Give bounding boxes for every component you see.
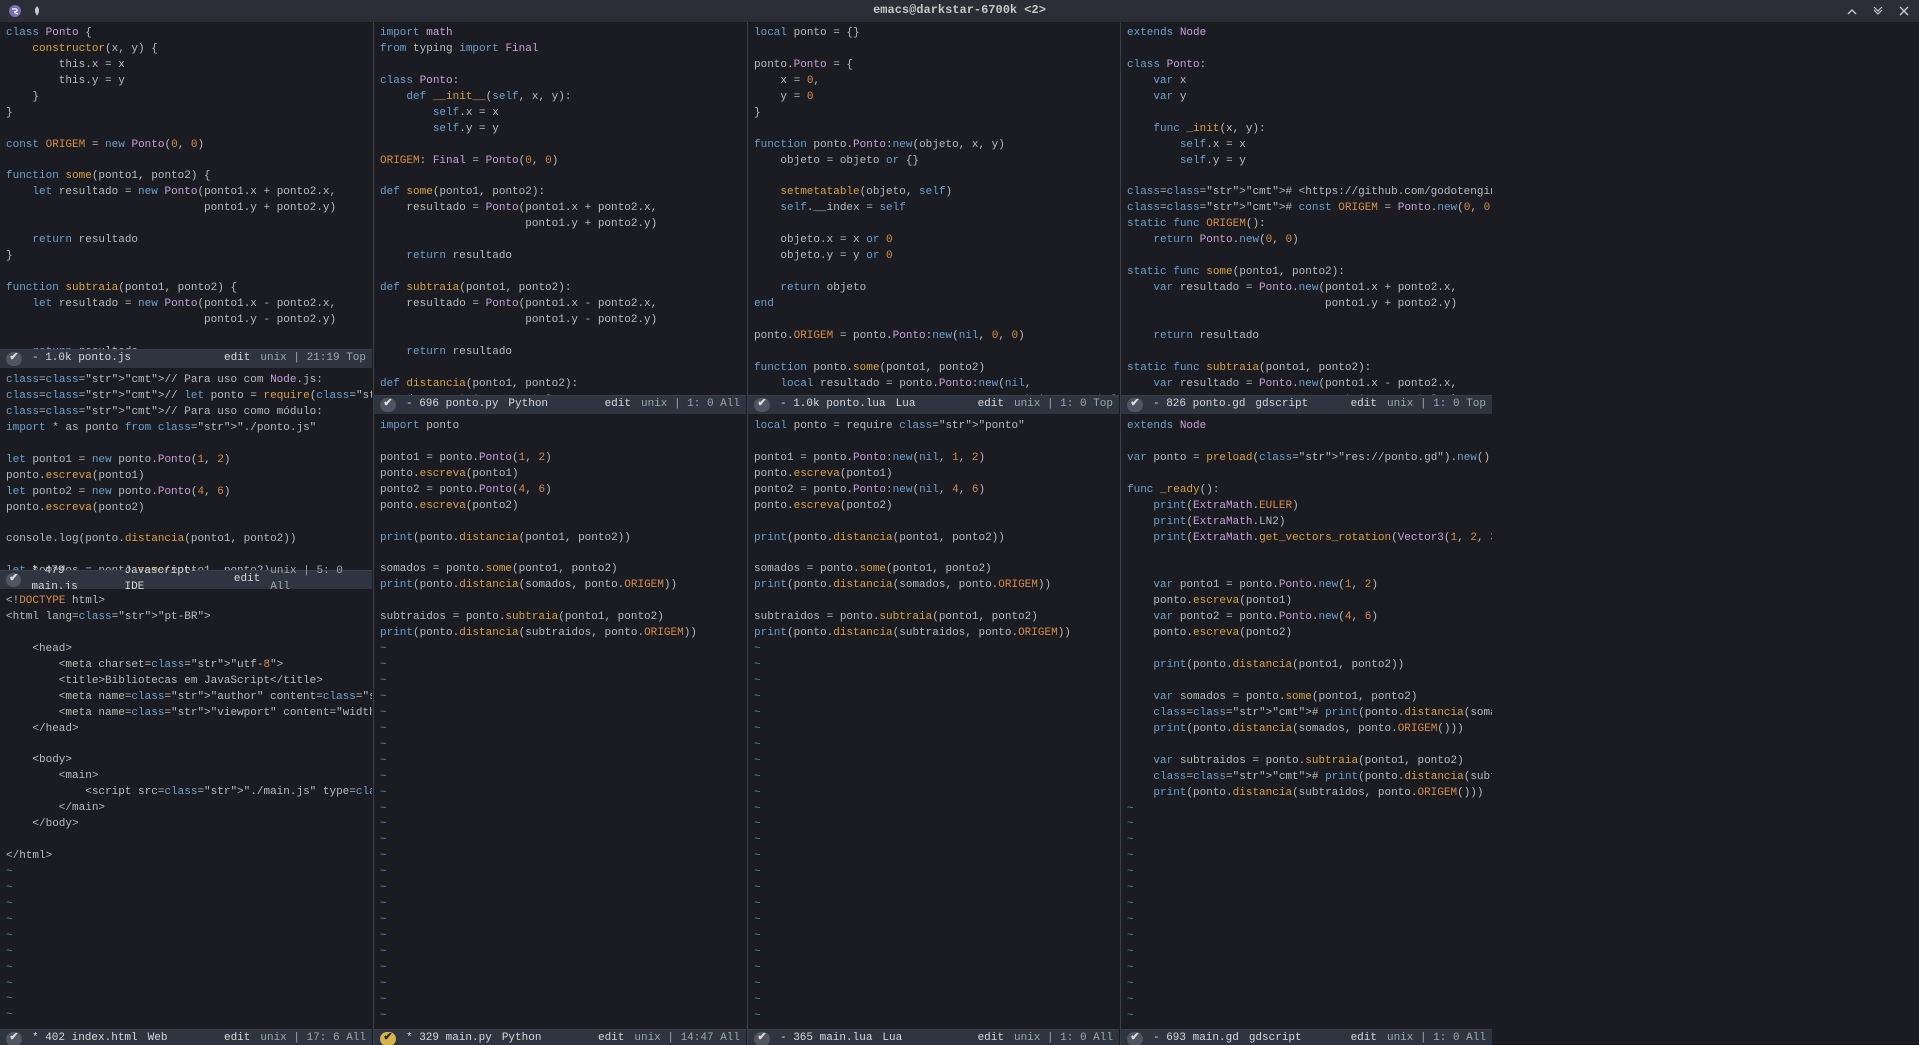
window-titlebar: emacs@darkstar-6700k <2> <box>0 0 1919 22</box>
modeline-edit: edit <box>605 397 631 413</box>
pane-ponto-lua[interactable]: local ponto = {} ponto.Ponto = { x = 0, … <box>748 22 1119 414</box>
modeline-file: - 693 main.gd <box>1153 1031 1239 1045</box>
editor-grid: class Ponto { constructor(x, y) { this.x… <box>0 22 1919 1044</box>
modeline-file: - 365 main.lua <box>780 1031 872 1045</box>
modeline-main-gd: ✔ - 693 main.gd gdscript edit unix | 1: … <box>1121 1029 1492 1045</box>
code-index-html[interactable]: <!DOCTYPE html> <html lang=class="str">"… <box>0 590 372 1029</box>
modeline-mode: gdscript <box>1249 1031 1302 1045</box>
modeline-file: * 402 index.html <box>32 1031 138 1045</box>
modeline-pos: unix | 17: 6 All <box>260 1031 366 1045</box>
modeline-pos: unix | 1: 0 Top <box>1014 397 1113 413</box>
vcs-indicator-icon: ✔ <box>380 1032 396 1045</box>
code-main-gd[interactable]: extends Node var ponto = preload(class="… <box>1121 415 1492 1029</box>
modeline-edit: edit <box>1351 1031 1377 1045</box>
modeline-mode: Python <box>508 397 548 413</box>
modeline-mode: Javascript-IDE <box>124 564 213 589</box>
modeline-pos: unix | 1: 0 All <box>641 397 740 413</box>
modeline-main-lua: ✔ - 365 main.lua Lua edit unix | 1: 0 Al… <box>748 1029 1119 1045</box>
modeline-mode: Python <box>502 1031 542 1045</box>
modeline-file: * 479 main.js <box>31 564 114 589</box>
modeline-file: - 1.0k ponto.js <box>32 351 131 367</box>
modeline-edit: edit <box>224 1031 250 1045</box>
modeline-mode: Web <box>148 1031 168 1045</box>
modeline-file: - 696 ponto.py <box>406 397 498 413</box>
modeline-file: * 329 main.py <box>406 1031 492 1045</box>
code-main-py[interactable]: import ponto ponto1 = ponto.Ponto(1, 2) … <box>374 415 746 1029</box>
vcs-indicator-icon: ✔ <box>6 352 22 366</box>
modeline-main-js: ✔ * 479 main.js Javascript-IDE edit unix… <box>0 570 372 589</box>
modeline-ponto-lua: ✔ - 1.0k ponto.lua Lua edit unix | 1: 0 … <box>748 395 1119 414</box>
modeline-edit: edit <box>978 1031 1004 1045</box>
modeline-file: - 1.0k ponto.lua <box>780 397 886 413</box>
pane-main-py[interactable]: import ponto ponto1 = ponto.Ponto(1, 2) … <box>374 415 746 1045</box>
vcs-indicator-icon: ✔ <box>6 573 21 587</box>
modeline-pos: unix | 1: 0 All <box>1014 1031 1113 1045</box>
modeline-edit: edit <box>1351 397 1377 413</box>
modeline-edit: edit <box>234 572 260 588</box>
code-ponto-js[interactable]: class Ponto { constructor(x, y) { this.x… <box>0 22 372 349</box>
pane-ponto-py[interactable]: import math from typing import Final cla… <box>374 22 746 414</box>
vcs-indicator-icon: ✔ <box>1127 1032 1143 1045</box>
pane-index-html[interactable]: <!DOCTYPE html> <html lang=class="str">"… <box>0 590 372 1045</box>
code-main-js[interactable]: class=class="str">"cmt">// Para uso com … <box>0 369 372 570</box>
modeline-pos: unix | 1: 0 Top <box>1387 397 1486 413</box>
modeline-pos: unix | 1: 0 All <box>1387 1031 1486 1045</box>
vcs-indicator-icon: ✔ <box>754 1032 770 1045</box>
window-title: emacs@darkstar-6700k <2> <box>873 2 1046 19</box>
pane-main-lua[interactable]: local ponto = require class="str">"ponto… <box>748 415 1119 1045</box>
vcs-indicator-icon: ✔ <box>6 1032 22 1045</box>
modeline-edit: edit <box>978 397 1004 413</box>
modeline-ponto-py: ✔ - 696 ponto.py Python edit unix | 1: 0… <box>374 395 746 414</box>
modeline-mode: gdscript <box>1255 397 1308 413</box>
code-ponto-py[interactable]: import math from typing import Final cla… <box>374 22 746 395</box>
pin-icon[interactable] <box>30 4 44 18</box>
pane-main-js[interactable]: class=class="str">"cmt">// Para uso com … <box>0 369 372 589</box>
maximize-icon[interactable] <box>1871 4 1885 18</box>
vcs-indicator-icon: ✔ <box>1127 398 1143 412</box>
modeline-edit: edit <box>598 1031 624 1045</box>
pane-ponto-js[interactable]: class Ponto { constructor(x, y) { this.x… <box>0 22 372 368</box>
close-icon[interactable] <box>1897 4 1911 18</box>
modeline-main-py: ✔ * 329 main.py Python edit unix | 14:47… <box>374 1029 746 1045</box>
modeline-ponto-js: ✔ - 1.0k ponto.js edit unix | 21:19 Top <box>0 349 372 368</box>
code-ponto-gd[interactable]: extends Node class Ponto: var x var y fu… <box>1121 22 1492 395</box>
pane-ponto-gd[interactable]: extends Node class Ponto: var x var y fu… <box>1121 22 1492 414</box>
modeline-edit: edit <box>224 351 250 367</box>
code-ponto-lua[interactable]: local ponto = {} ponto.Ponto = { x = 0, … <box>748 22 1119 395</box>
modeline-mode: Lua <box>882 1031 902 1045</box>
modeline-ponto-gd: ✔ - 826 ponto.gd gdscript edit unix | 1:… <box>1121 395 1492 414</box>
vcs-indicator-icon: ✔ <box>380 398 396 412</box>
modeline-mode: Lua <box>896 397 916 413</box>
minimize-icon[interactable] <box>1845 4 1859 18</box>
modeline-pos: unix | 14:47 All <box>634 1031 740 1045</box>
modeline-index-html: ✔ * 402 index.html Web edit unix | 17: 6… <box>0 1029 372 1045</box>
modeline-file: - 826 ponto.gd <box>1153 397 1245 413</box>
modeline-pos: unix | 5: 0 All <box>270 564 366 589</box>
emacs-icon <box>8 4 22 18</box>
vcs-indicator-icon: ✔ <box>754 398 770 412</box>
code-main-lua[interactable]: local ponto = require class="str">"ponto… <box>748 415 1119 1029</box>
pane-main-gd[interactable]: extends Node var ponto = preload(class="… <box>1121 415 1492 1045</box>
modeline-pos: unix | 21:19 Top <box>260 351 366 367</box>
